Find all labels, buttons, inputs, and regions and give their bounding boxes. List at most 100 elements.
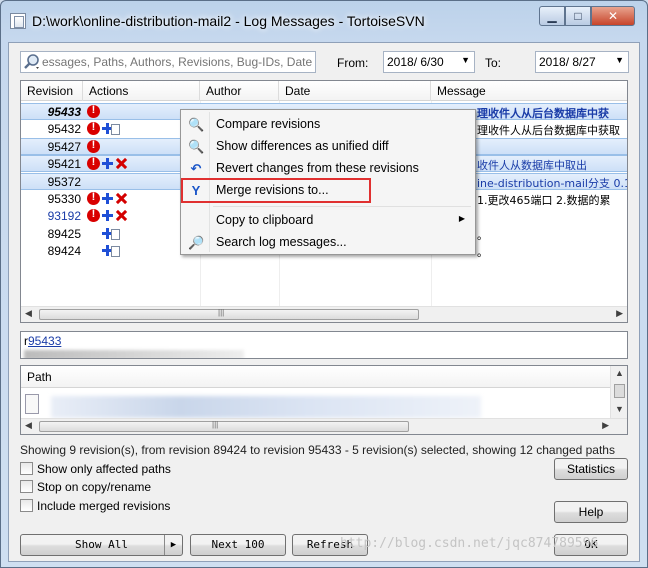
search-icon[interactable] [23, 53, 41, 71]
scroll-right-icon[interactable]: ▶ [616, 308, 623, 319]
message-revision: r95433 [24, 334, 61, 348]
grip-icon: ||| [212, 420, 219, 429]
message-pane[interactable]: r95433 [20, 331, 628, 359]
stop-on-copy-checkbox[interactable] [20, 480, 33, 493]
search-icon: 🔎 [188, 235, 205, 250]
revision-link[interactable]: 95433 [28, 334, 61, 348]
to-date-picker[interactable]: 2018/ 8/27 ▼ [535, 51, 629, 73]
modified-icon [87, 121, 100, 135]
close-button[interactable]: ✕ [591, 6, 635, 26]
column-message[interactable]: Message [431, 81, 627, 101]
log-list-header: Revision Actions Author Date Message [21, 81, 627, 101]
revision-number: 95372 [47, 175, 81, 189]
column-date[interactable]: Date [279, 81, 431, 101]
row-actions [87, 139, 101, 155]
dropdown-arrow-icon[interactable]: ▶ [164, 535, 182, 555]
menu-item-compare-revisions[interactable]: 🔍 Compare revisions [183, 113, 473, 135]
scroll-left-icon[interactable]: ◀ [25, 420, 32, 431]
column-actions[interactable]: Actions [83, 81, 200, 101]
log-message: 。 [477, 246, 488, 259]
menu-item-label: Show differences as unified diff [216, 139, 389, 153]
scroll-down-icon[interactable]: ▼ [615, 404, 624, 414]
added-icon [101, 209, 114, 222]
help-button[interactable]: Help [554, 501, 628, 523]
menu-item-label: Copy to clipboard [216, 213, 314, 227]
revision-number: 95421 [47, 157, 81, 171]
log-horizontal-scrollbar[interactable]: ◀ ||| ▶ [21, 306, 627, 322]
clipboard-icon [188, 213, 204, 229]
scrollbar-thumb[interactable] [614, 384, 625, 398]
from-date-value: 2018/ 6/30 [387, 55, 444, 69]
statistics-button[interactable]: Statistics [554, 458, 628, 480]
show-all-label: Show All [75, 538, 128, 551]
minimize-button[interactable]: ▁ [539, 6, 565, 26]
row-actions [87, 104, 101, 120]
modified-icon [87, 104, 100, 118]
log-message: 。 [477, 229, 488, 242]
checkbox-label: Include merged revisions [37, 499, 171, 513]
menu-item-unified-diff[interactable]: 🔍 Show differences as unified diff [183, 135, 473, 157]
revision-number: 95432 [47, 122, 81, 136]
menu-item-label: Revert changes from these revisions [216, 161, 419, 175]
revision-number: 93192 [47, 209, 81, 223]
added-icon [101, 157, 114, 170]
menu-separator [213, 206, 471, 207]
chevron-down-icon[interactable]: ▼ [461, 55, 470, 65]
checkbox-label: Stop on copy/rename [37, 480, 152, 494]
row-actions [87, 191, 129, 207]
log-message: ine-distribution-mail分支 0.1_20 [477, 177, 627, 190]
log-message: 理收件人从后台数据库中获取 [477, 124, 620, 137]
magnifier-icon: 🔍 [188, 139, 205, 154]
search-input[interactable] [42, 54, 312, 70]
tortoisesvn-app-icon [10, 13, 26, 29]
next-100-button[interactable]: Next 100 [190, 534, 286, 556]
scrollbar-thumb[interactable]: ||| [39, 308, 419, 320]
row-actions [87, 156, 129, 172]
file-icon [111, 124, 120, 135]
title-bar[interactable]: D:\work\online-distribution-mail2 - Log … [0, 0, 648, 42]
column-revision[interactable]: Revision [21, 81, 83, 101]
row-actions [87, 227, 121, 242]
menu-item-revert-changes[interactable]: ↶ Revert changes from these revisions [183, 157, 473, 179]
magnifier-icon: 🔍 [188, 117, 205, 132]
log-message: 理收件人从后台数据库中获 [477, 107, 609, 120]
window-title: D:\work\online-distribution-mail2 - Log … [32, 13, 425, 29]
file-icon [111, 246, 120, 257]
to-label: To: [485, 56, 502, 70]
paths-horizontal-scrollbar[interactable]: ◀ ||| ▶ [21, 418, 627, 434]
status-text: Showing 9 revision(s), from revision 894… [20, 443, 615, 457]
changed-paths-list[interactable]: Path ▲ ▼ ◀ ||| ▶ [20, 365, 628, 435]
row-actions [87, 244, 121, 259]
revision-number: 89425 [47, 227, 81, 241]
show-all-button[interactable]: Show All ▶ [20, 534, 183, 556]
revert-icon: ↶ [190, 161, 202, 176]
file-icon [25, 394, 39, 414]
paths-vertical-scrollbar[interactable]: ▲ ▼ [610, 366, 627, 418]
column-author[interactable]: Author [200, 81, 279, 101]
column-path[interactable]: Path [21, 366, 611, 388]
watermark: http://blog.csdn.net/jqc874789596 [340, 536, 599, 551]
from-date-picker[interactable]: 2018/ 6/30 ▼ [383, 51, 475, 73]
revision-number: 95433 [47, 105, 81, 119]
deleted-icon [115, 157, 128, 170]
menu-item-search-log[interactable]: 🔎 Search log messages... [183, 231, 473, 253]
merge-highlight-annotation [181, 178, 371, 203]
scroll-left-icon[interactable]: ◀ [25, 308, 32, 319]
revision-number: 89424 [47, 244, 81, 258]
deleted-icon [115, 192, 128, 205]
include-merged-revisions-checkbox[interactable] [20, 499, 33, 512]
scroll-up-icon[interactable]: ▲ [615, 368, 624, 378]
scrollbar-thumb[interactable]: ||| [39, 420, 409, 432]
show-only-affected-paths-checkbox[interactable] [20, 462, 33, 475]
added-icon [101, 192, 114, 205]
to-date-value: 2018/ 8/27 [539, 55, 596, 69]
log-message: 收件人从数据库中取出 [477, 159, 587, 172]
submenu-arrow-icon: ▶ [458, 214, 465, 223]
maximize-button[interactable]: □ [565, 6, 591, 26]
revision-number: 95330 [47, 192, 81, 206]
chevron-down-icon[interactable]: ▼ [615, 55, 624, 65]
menu-item-copy-to-clipboard[interactable]: Copy to clipboard ▶ [183, 209, 473, 231]
row-actions [87, 208, 129, 224]
modified-icon [87, 208, 100, 222]
scroll-right-icon[interactable]: ▶ [602, 420, 609, 431]
